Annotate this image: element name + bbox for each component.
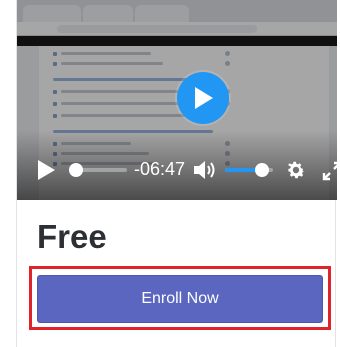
big-play-button[interactable] bbox=[177, 72, 229, 124]
volume-handle[interactable] bbox=[255, 163, 270, 177]
settings-button[interactable] bbox=[284, 158, 308, 182]
seek-slider[interactable] bbox=[68, 163, 127, 177]
play-icon bbox=[38, 160, 55, 180]
video-controls-bar: -06:47 bbox=[17, 150, 337, 190]
course-sidebar-card: -06:47 Free Enroll Now bbox=[16, 0, 337, 347]
course-price: Free bbox=[37, 218, 107, 255]
volume-icon bbox=[194, 161, 215, 179]
fullscreen-button[interactable] bbox=[321, 160, 337, 182]
big-play-icon bbox=[195, 87, 213, 109]
volume-slider[interactable] bbox=[225, 163, 273, 177]
enroll-now-button[interactable]: Enroll Now bbox=[37, 275, 323, 323]
seek-handle[interactable] bbox=[68, 163, 83, 177]
time-remaining: -06:47 bbox=[134, 159, 186, 179]
mute-button[interactable] bbox=[193, 159, 219, 181]
play-button[interactable] bbox=[35, 158, 57, 182]
fullscreen-icon bbox=[322, 161, 337, 181]
gear-icon bbox=[288, 161, 305, 179]
video-player[interactable]: -06:47 bbox=[17, 0, 337, 200]
